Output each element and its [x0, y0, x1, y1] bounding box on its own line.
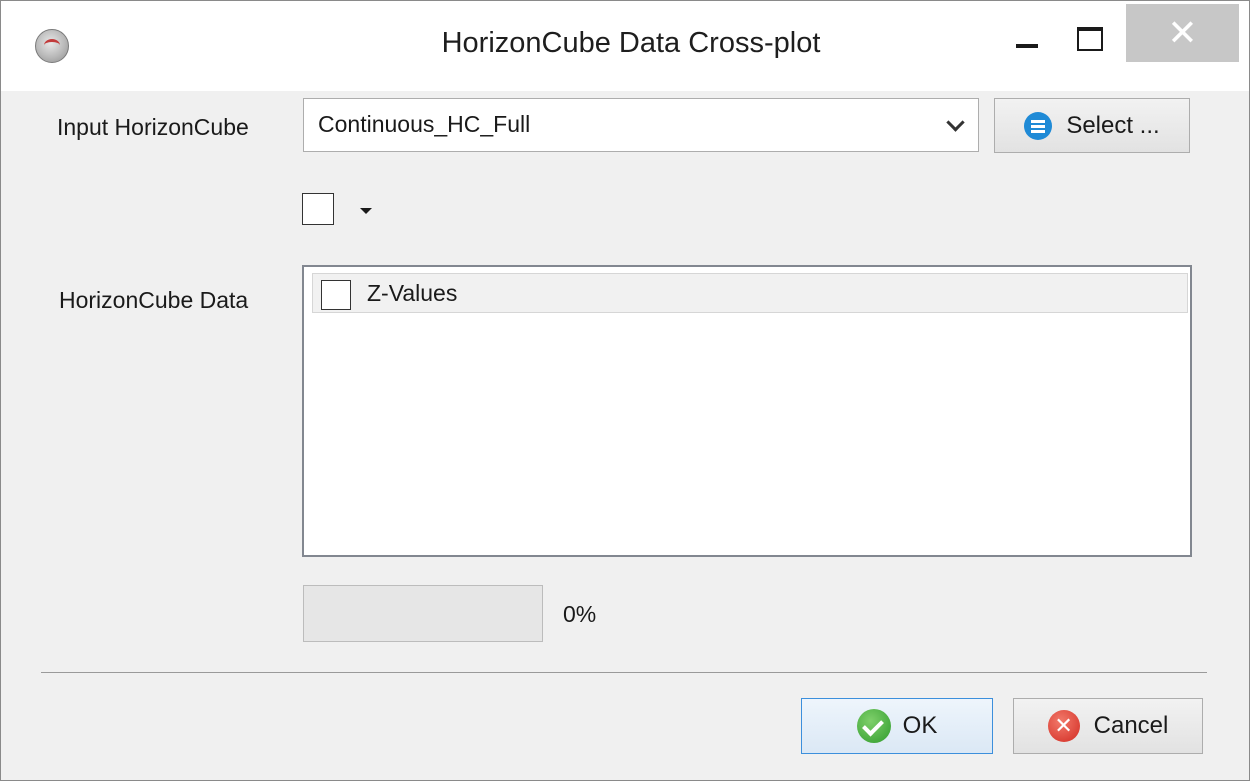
select-all-checkbox[interactable]	[302, 193, 334, 225]
dialog-window: HorizonCube Data Cross-plot ✕ Input Hori…	[0, 0, 1250, 781]
ok-button-label: OK	[902, 712, 938, 739]
cancel-button-label: Cancel	[1093, 712, 1169, 739]
cancel-button[interactable]: ✕ Cancel	[1013, 698, 1203, 754]
horizoncube-data-label: HorizonCube Data	[59, 287, 249, 313]
close-button[interactable]: ✕	[1126, 4, 1239, 62]
cross-circle-icon: ✕	[1047, 710, 1080, 742]
check-circle-icon	[856, 709, 891, 743]
list-item[interactable]: Z-Values	[312, 273, 1188, 313]
progress-bar	[303, 585, 543, 642]
select-button-label: Select ...	[1066, 111, 1160, 139]
horizoncube-data-list[interactable]: Z-Values	[302, 265, 1192, 557]
progress-percent: 0%	[563, 601, 597, 627]
window-title: HorizonCube Data Cross-plot	[441, 27, 821, 59]
minimize-button[interactable]	[1013, 23, 1043, 63]
caret-down-icon[interactable]	[360, 208, 372, 214]
select-button[interactable]: Select ...	[994, 98, 1190, 153]
close-icon: ✕	[1167, 12, 1198, 54]
combobox-value: Continuous_HC_Full	[318, 111, 531, 137]
list-icon	[1024, 111, 1053, 140]
z-values-checkbox[interactable]	[321, 280, 351, 310]
input-horizoncube-label: Input HorizonCube	[57, 114, 249, 140]
separator-line	[41, 672, 1207, 673]
title-bar[interactable]: HorizonCube Data Cross-plot ✕	[1, 1, 1249, 91]
input-horizoncube-combobox[interactable]: Continuous_HC_Full	[303, 98, 979, 152]
ok-button[interactable]: OK	[801, 698, 993, 754]
maximize-button[interactable]	[1071, 23, 1105, 53]
chevron-down-icon[interactable]	[946, 115, 964, 133]
list-item-label: Z-Values	[367, 280, 458, 306]
